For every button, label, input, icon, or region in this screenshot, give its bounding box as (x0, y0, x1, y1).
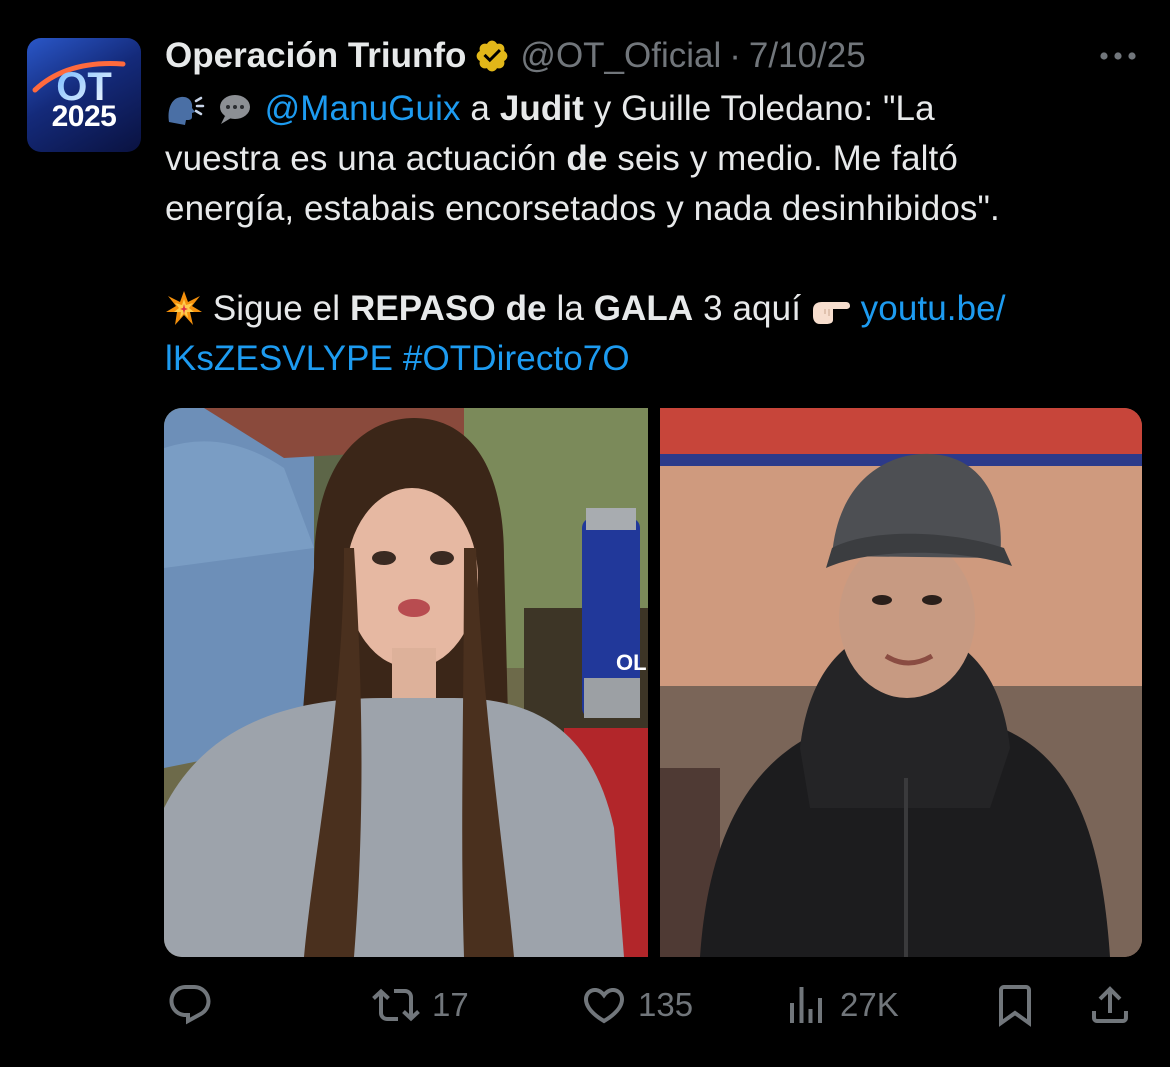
heart-icon (583, 988, 625, 1024)
tweet-text-line-2: vuestra es una actuación de seis y medio… (165, 134, 1155, 184)
backhand-index-pointing-right-icon (811, 290, 851, 340)
tweet-text: @ManuGuix a Judit y Guille Toledano: "La… (165, 84, 1155, 384)
tweet-text-line-1: @ManuGuix a Judit y Guille Toledano: "La (165, 84, 1155, 134)
bottle-brand-text: OL (616, 650, 647, 675)
speech-bubble-icon (215, 90, 255, 140)
text-segment: seis y medio. Me faltó (607, 139, 958, 178)
text-segment: Sigue el (203, 289, 350, 328)
like-count: 135 (638, 986, 694, 1023)
text-segment: la (546, 289, 594, 328)
mention-link[interactable]: @ManuGuix (265, 89, 461, 128)
views-button[interactable]: 27K (782, 975, 899, 1035)
text-segment: vuestra es una actuación (165, 139, 567, 178)
views-count: 27K (840, 986, 899, 1023)
tweet-text-line-4: Sigue el REPASO de la GALA 3 aquí youtu.… (165, 284, 1155, 334)
tweet-header: Operación Triunfo @OT_Oficial · 7/10/25 (165, 34, 866, 78)
youtube-link-continued[interactable]: lKsZESVLYPE (165, 339, 393, 378)
hashtag-link[interactable]: #OTDirecto7O (403, 339, 630, 378)
youtube-link[interactable]: youtu.be/ (861, 289, 1006, 328)
verified-badge-icon (474, 38, 510, 74)
author-handle[interactable]: @OT_Oficial (520, 36, 721, 76)
text-segment: 3 aquí (693, 289, 811, 328)
media-photo-right[interactable] (660, 408, 1142, 957)
author-display-name[interactable]: Operación Triunfo (165, 36, 466, 76)
text-segment: y Guille Toledano: "La (583, 89, 935, 128)
bookmark-icon (999, 985, 1031, 1027)
more-icon (1100, 52, 1136, 60)
avatar-year: 2025 (51, 100, 117, 133)
header-separator: · (729, 36, 741, 75)
tweet-text-line-3: energía, estabais encorsetados y nada de… (165, 189, 1000, 228)
bold-word: de (566, 139, 608, 178)
tweet-text-line-5: lKsZESVLYPE #OTDirecto7O (165, 334, 1155, 384)
tweet[interactable]: OT 2025 Operación Triunfo @OT_Oficial · … (0, 0, 1170, 1067)
bold-gala: GALA (593, 289, 694, 328)
views-icon (790, 987, 822, 1023)
collision-icon (165, 290, 203, 340)
reply-button[interactable] (166, 975, 224, 1035)
author-avatar[interactable]: OT 2025 (27, 38, 141, 152)
retweet-button[interactable]: 17 (370, 975, 469, 1035)
share-button[interactable] (1086, 975, 1134, 1035)
retweet-icon (372, 988, 420, 1022)
like-button[interactable]: 135 (580, 975, 693, 1035)
bold-repaso: REPASO de (349, 289, 547, 328)
share-icon (1092, 986, 1128, 1023)
tweet-media[interactable]: OL (164, 408, 1142, 957)
text-segment: a (460, 89, 500, 128)
ot-logo: OT (32, 61, 126, 109)
bookmark-button[interactable] (991, 975, 1039, 1035)
tweet-actions: 17 135 27K (0, 975, 1170, 1035)
bold-name-judit: Judit (499, 89, 584, 128)
retweet-count: 17 (432, 986, 469, 1023)
media-photo-left[interactable]: OL (164, 408, 648, 957)
text-space (393, 339, 403, 378)
more-button[interactable] (1096, 42, 1140, 70)
tweet-date[interactable]: 7/10/25 (749, 36, 866, 76)
reply-icon (169, 985, 211, 1025)
speaking-head-icon (165, 90, 205, 140)
